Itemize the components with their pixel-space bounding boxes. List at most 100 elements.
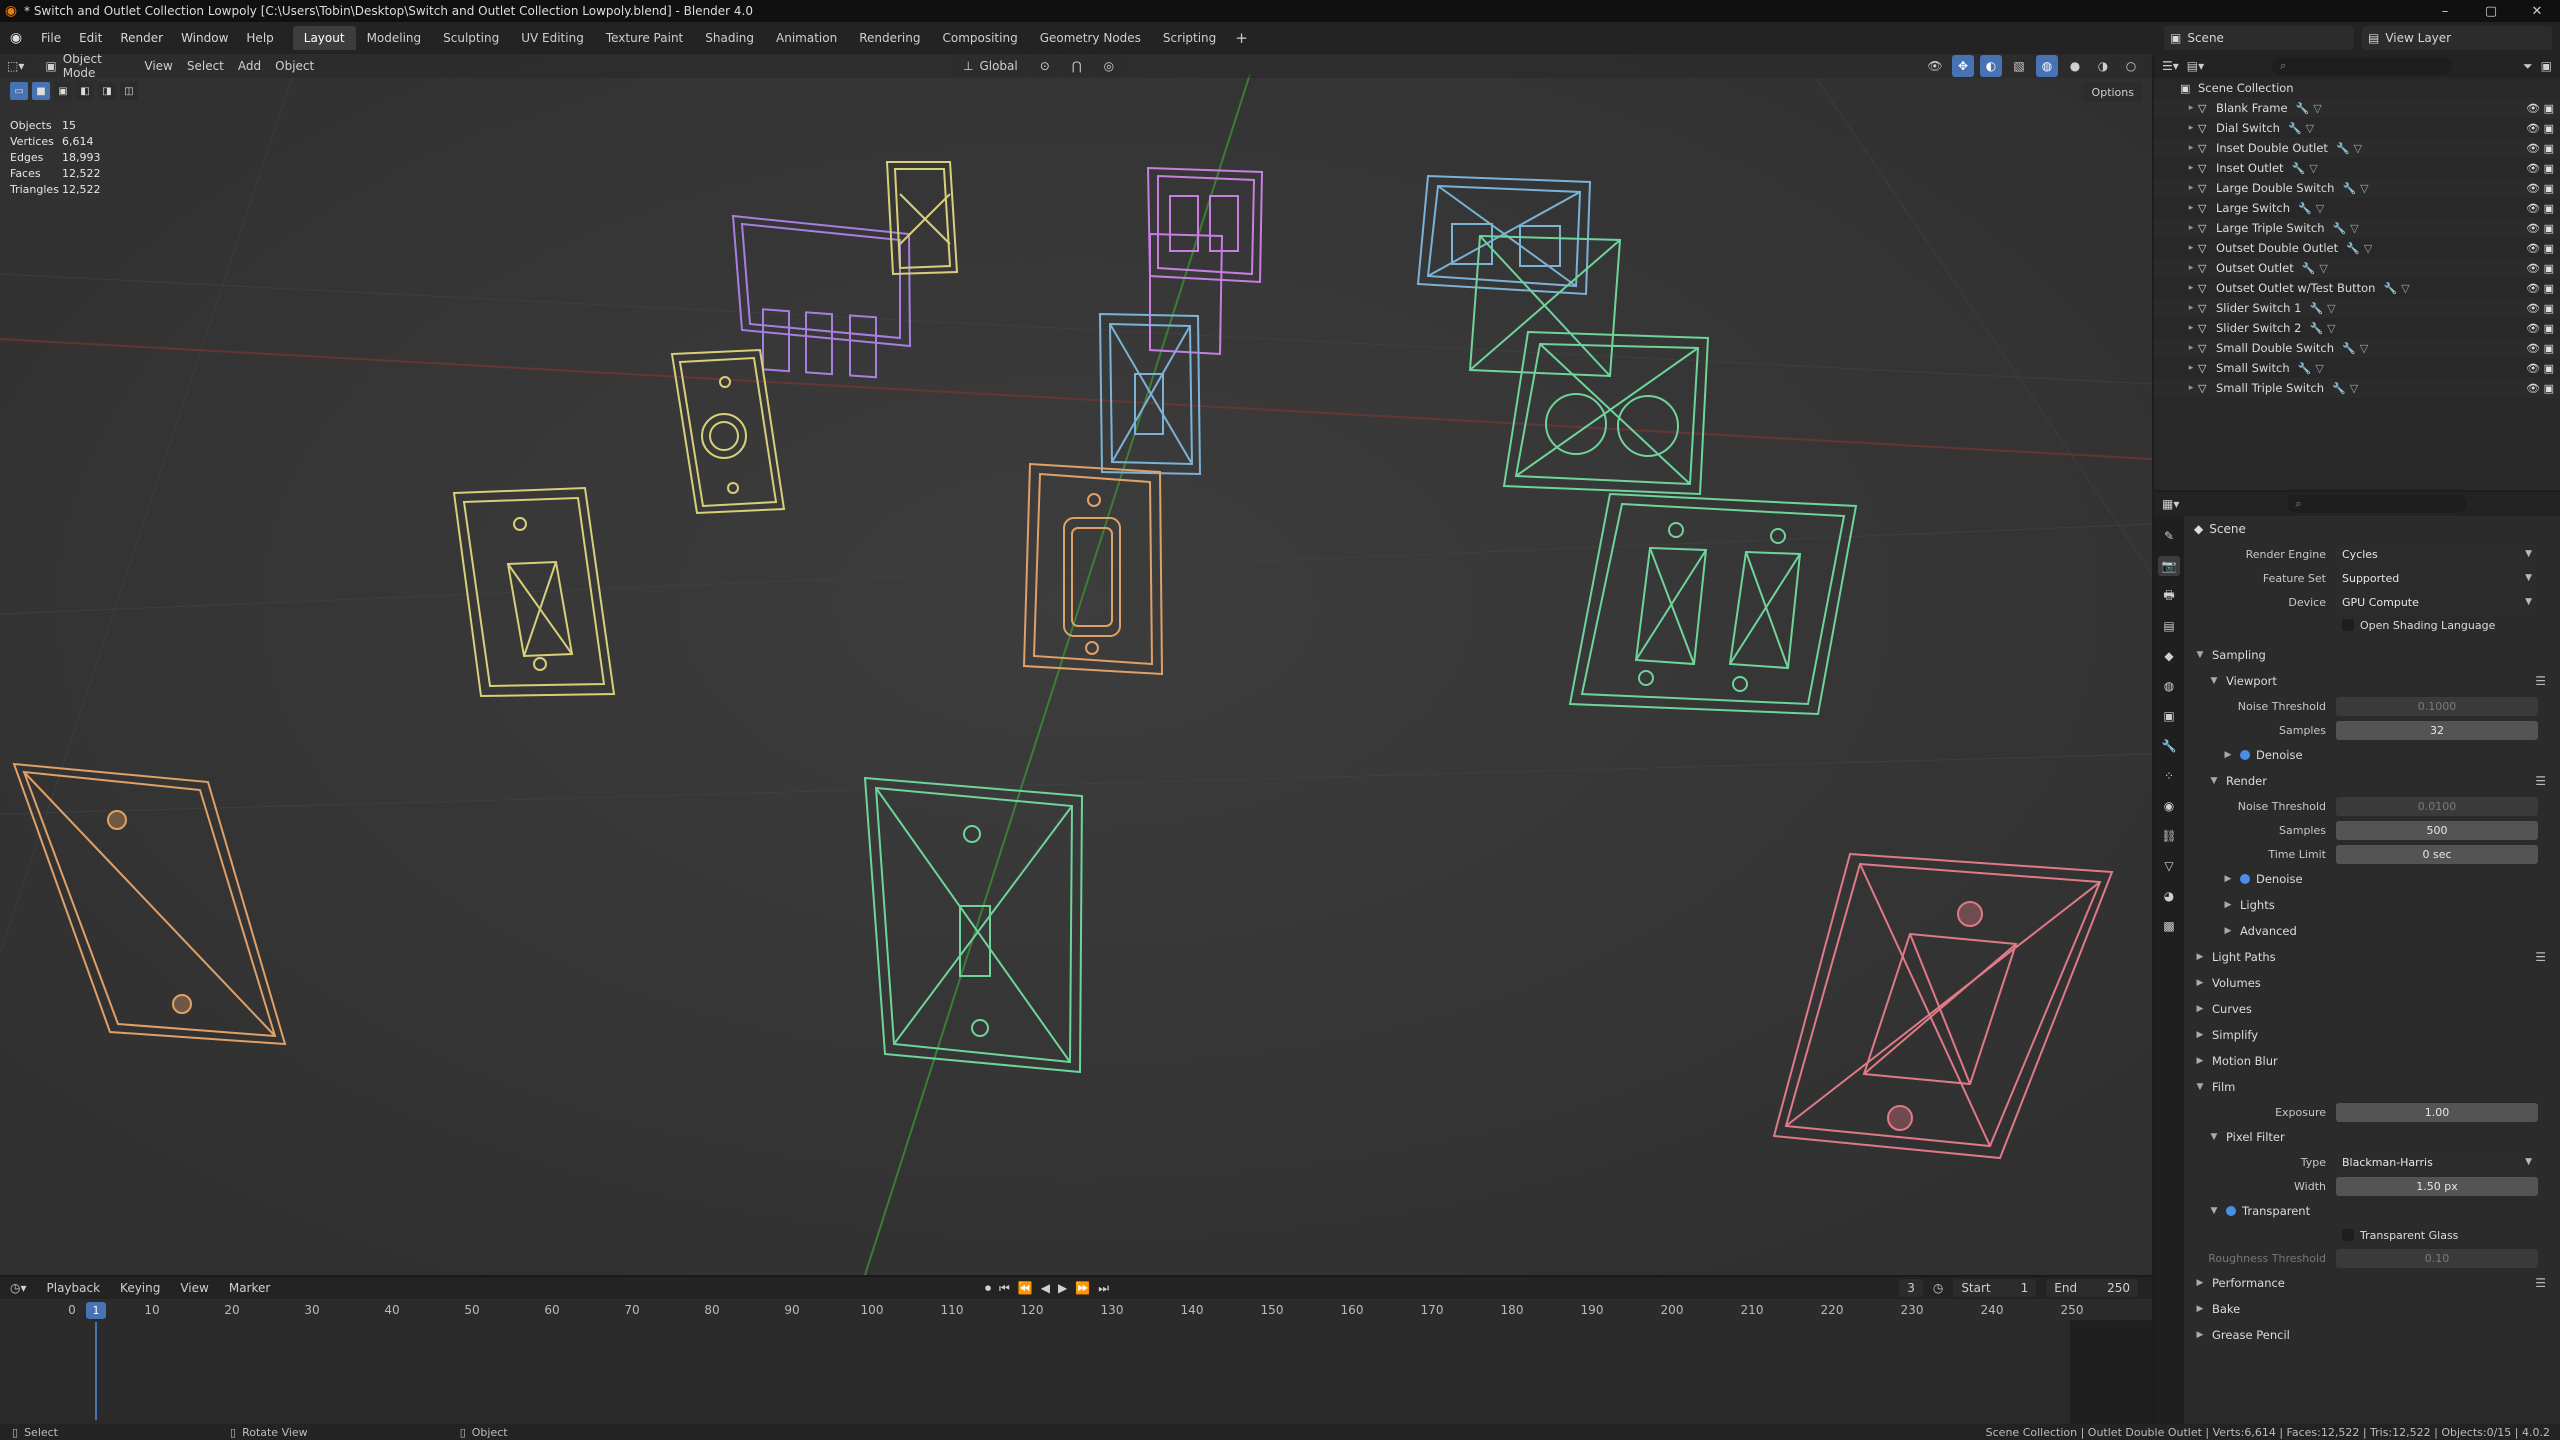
- timeline-editor[interactable]: ◷▾ Playback Keying View Marker ⏺ ⏮ ⏪ ◀ ▶…: [0, 1275, 2152, 1424]
- outliner-editor-type-icon[interactable]: ☰▾: [2162, 59, 2179, 73]
- outliner-row-dial-switch[interactable]: ▸ ▽ Dial Switch 🔧▽ 👁 ▣: [2154, 118, 2560, 138]
- xray-icon[interactable]: ▧: [2008, 55, 2030, 77]
- select-box-icon[interactable]: ▭: [10, 82, 28, 100]
- menu-edit[interactable]: Edit: [70, 22, 111, 54]
- properties-editor-type-icon[interactable]: ▦▾: [2162, 497, 2179, 511]
- solid-shading-icon[interactable]: ●: [2064, 55, 2086, 77]
- render-noise-field[interactable]: 0.0100: [2336, 796, 2538, 816]
- tab-layout[interactable]: Layout: [292, 26, 356, 50]
- expand-arrow-icon[interactable]: ▸: [2184, 343, 2198, 353]
- visibility-toggles[interactable]: 👁 ▣: [2526, 302, 2554, 315]
- filter-type-dropdown[interactable]: Blackman-Harris ▼: [2336, 1152, 2538, 1172]
- tab-uv-editing[interactable]: UV Editing: [510, 26, 595, 50]
- playhead-frame-label[interactable]: 1: [86, 1302, 106, 1319]
- snap-toggle[interactable]: ⋂: [1063, 55, 1090, 77]
- expand-arrow-icon[interactable]: ▸: [2184, 183, 2198, 193]
- menu-select[interactable]: Select: [180, 55, 231, 77]
- menu-timeline-view[interactable]: View: [170, 1281, 218, 1295]
- tab-scripting[interactable]: Scripting: [1152, 26, 1227, 50]
- outliner-search-input[interactable]: ⌕: [2272, 57, 2453, 75]
- outliner-row-large-triple-switch[interactable]: ▸ ▽ Large Triple Switch 🔧▽ 👁 ▣: [2154, 218, 2560, 238]
- scene-tab-icon[interactable]: ◆: [2158, 646, 2180, 666]
- denoise-checkbox[interactable]: [2240, 750, 2250, 760]
- properties-search-input[interactable]: ⌕: [2287, 495, 2468, 513]
- tab-texture-paint[interactable]: Texture Paint: [595, 26, 694, 50]
- expand-arrow-icon[interactable]: ▸: [2184, 263, 2198, 273]
- visibility-toggles[interactable]: 👁 ▣: [2526, 122, 2554, 135]
- world-tab-icon[interactable]: ◍: [2158, 676, 2180, 696]
- panel-render-sampling[interactable]: ▼ Render ☰: [2188, 768, 2560, 794]
- menu-view[interactable]: View: [137, 55, 179, 77]
- display-mode-icon[interactable]: ▤▾: [2187, 59, 2204, 73]
- gizmo-icon[interactable]: ✥: [1952, 55, 1974, 77]
- start-frame-field[interactable]: Start 1: [1953, 1279, 2037, 1297]
- visibility-toggles[interactable]: 👁 ▣: [2526, 322, 2554, 335]
- outliner-row-large-switch[interactable]: ▸ ▽ Large Switch 🔧▽ 👁 ▣: [2154, 198, 2560, 218]
- jump-start-button[interactable]: ⏮: [999, 1281, 1010, 1296]
- expand-arrow-icon[interactable]: ▸: [2184, 283, 2198, 293]
- 3d-viewport[interactable]: ⬚▾ ▣ Object Mode View Select Add Object …: [0, 54, 2152, 1275]
- tab-compositing[interactable]: Compositing: [931, 26, 1028, 50]
- visibility-toggles[interactable]: 👁 ▣: [2526, 282, 2554, 295]
- tab-shading[interactable]: Shading: [694, 26, 765, 50]
- filter-icon[interactable]: ⏷: [2523, 59, 2533, 74]
- panel-curves[interactable]: ▶ Curves: [2188, 996, 2560, 1022]
- render-engine-dropdown[interactable]: Cycles ▼: [2336, 544, 2538, 564]
- outliner-row-outset-outlet[interactable]: ▸ ▽ Outset Outlet 🔧▽ 👁 ▣: [2154, 258, 2560, 278]
- texture-tab-icon[interactable]: ▩: [2158, 916, 2180, 936]
- tab-animation[interactable]: Animation: [765, 26, 848, 50]
- feature-set-dropdown[interactable]: Supported ▼: [2336, 568, 2538, 588]
- outliner-row-small-triple-switch[interactable]: ▸ ▽ Small Triple Switch 🔧▽ 👁 ▣: [2154, 378, 2560, 398]
- panel-transparent[interactable]: ▼ Transparent: [2188, 1198, 2560, 1224]
- outliner-row-small-double-switch[interactable]: ▸ ▽ Small Double Switch 🔧▽ 👁 ▣: [2154, 338, 2560, 358]
- expand-arrow-icon[interactable]: ▸: [2184, 203, 2198, 213]
- menu-keying[interactable]: Keying: [110, 1281, 170, 1295]
- outliner-row-small-switch[interactable]: ▸ ▽ Small Switch 🔧▽ 👁 ▣: [2154, 358, 2560, 378]
- blender-menu-icon[interactable]: ◉: [0, 22, 32, 54]
- play-reverse-button[interactable]: ◀: [1041, 1281, 1050, 1295]
- outliner-row-slider-switch-1[interactable]: ▸ ▽ Slider Switch 1 🔧▽ 👁 ▣: [2154, 298, 2560, 318]
- play-button[interactable]: ▶: [1058, 1281, 1067, 1295]
- tab-geometry-nodes[interactable]: Geometry Nodes: [1029, 26, 1152, 50]
- menu-marker[interactable]: Marker: [219, 1281, 280, 1295]
- overlay-icon[interactable]: ◐: [1980, 55, 2002, 77]
- visibility-toggles[interactable]: 👁 ▣: [2526, 142, 2554, 155]
- expand-arrow-icon[interactable]: ▸: [2184, 223, 2198, 233]
- tab-rendering[interactable]: Rendering: [848, 26, 931, 50]
- outliner-row-inset-double-outlet[interactable]: ▸ ▽ Inset Double Outlet 🔧▽ 👁 ▣: [2154, 138, 2560, 158]
- panel-film[interactable]: ▼ Film: [2188, 1074, 2560, 1100]
- menu-file[interactable]: File: [32, 22, 70, 54]
- timeline-editor-type-icon[interactable]: ◷▾: [0, 1281, 37, 1295]
- visibility-toggles[interactable]: 👁 ▣: [2526, 342, 2554, 355]
- visibility-toggles[interactable]: 👁 ▣: [2526, 222, 2554, 235]
- tab-modeling[interactable]: Modeling: [356, 26, 433, 50]
- menu-render[interactable]: Render: [111, 22, 172, 54]
- panel-performance[interactable]: ▶ Performance ☰: [2188, 1270, 2560, 1296]
- outliner-row-inset-outlet[interactable]: ▸ ▽ Inset Outlet 🔧▽ 👁 ▣: [2154, 158, 2560, 178]
- transparent-checkbox[interactable]: [2226, 1206, 2236, 1216]
- outliner-row-outset-outlet-test-button[interactable]: ▸ ▽ Outset Outlet w/Test Button 🔧▽ 👁 ▣: [2154, 278, 2560, 298]
- panel-advanced[interactable]: ▶ Advanced: [2188, 918, 2560, 944]
- jump-prev-key-button[interactable]: ⏪: [1018, 1281, 1033, 1295]
- outliner-row-slider-switch-2[interactable]: ▸ ▽ Slider Switch 2 🔧▽ 👁 ▣: [2154, 318, 2560, 338]
- options-dropdown[interactable]: Options: [2083, 82, 2142, 102]
- exposure-field[interactable]: 1.00: [2336, 1102, 2538, 1122]
- end-frame-field[interactable]: End 250: [2046, 1279, 2138, 1297]
- menu-playback[interactable]: Playback: [37, 1281, 111, 1295]
- scene-selector[interactable]: ▣ Scene: [2164, 26, 2354, 50]
- current-frame-field[interactable]: 3: [1899, 1279, 1923, 1297]
- wireframe-shading-icon[interactable]: ◍: [2036, 55, 2058, 77]
- panel-motion-blur[interactable]: ▶ Motion Blur: [2188, 1048, 2560, 1074]
- object-mode-selector[interactable]: ▣ Object Mode: [37, 54, 138, 80]
- tab-sculpting[interactable]: Sculpting: [432, 26, 510, 50]
- panel-light-paths[interactable]: ▶ Light Paths ☰: [2188, 944, 2560, 970]
- view-layer-tab-icon[interactable]: ▤: [2158, 616, 2180, 636]
- roughness-field[interactable]: 0.10: [2336, 1248, 2538, 1268]
- expand-arrow-icon[interactable]: ▸: [2184, 303, 2198, 313]
- outliner-row-blank-frame[interactable]: ▸ ▽ Blank Frame 🔧▽ 👁 ▣: [2154, 98, 2560, 118]
- panel-grease-pencil[interactable]: ▶ Grease Pencil: [2188, 1322, 2560, 1348]
- minimize-button[interactable]: –: [2422, 0, 2468, 22]
- viewport-samples-field[interactable]: 32: [2336, 720, 2538, 740]
- expand-arrow-icon[interactable]: ▸: [2184, 383, 2198, 393]
- view-layer-selector[interactable]: ▤ View Layer: [2362, 26, 2552, 50]
